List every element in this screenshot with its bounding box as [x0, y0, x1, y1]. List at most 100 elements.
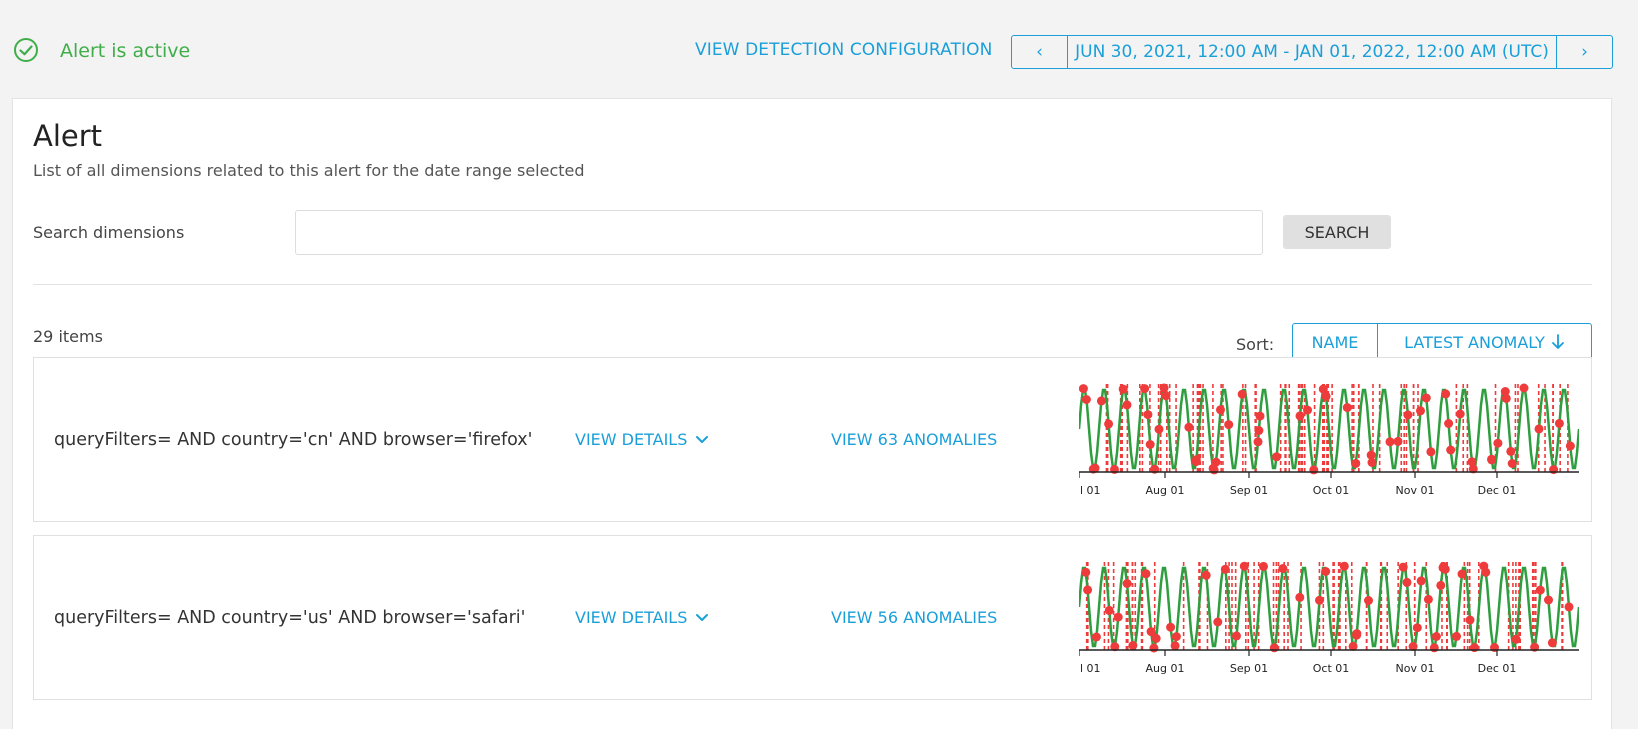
anomaly-point — [1255, 411, 1265, 421]
chevron-down-icon — [696, 613, 709, 621]
anomaly-point — [1511, 634, 1521, 644]
anomaly-point — [1220, 564, 1230, 574]
search-dimensions-input[interactable] — [295, 210, 1263, 255]
x-tick-label: Aug 01 — [1146, 484, 1185, 497]
anomaly-point — [1439, 561, 1449, 571]
anomaly-point — [1269, 643, 1279, 653]
anomaly-point — [1171, 632, 1181, 642]
sort-latest-label: LATEST ANOMALY — [1404, 332, 1545, 352]
anomaly-point — [1452, 631, 1461, 641]
anomaly-point — [1213, 617, 1223, 627]
anomaly-point — [1457, 569, 1467, 579]
x-tick-label: Oct 01 — [1313, 484, 1350, 497]
anomaly-point — [1416, 406, 1425, 416]
anomaly-point — [1141, 569, 1151, 579]
anomaly-point — [1303, 405, 1312, 415]
item-count: 29 items — [33, 327, 103, 346]
anomaly-point — [1544, 595, 1553, 605]
x-tick-label: Nov 01 — [1396, 484, 1435, 497]
search-dimensions-label: Search dimensions — [33, 223, 185, 242]
anomaly-point — [1506, 446, 1516, 456]
x-tick-label: l 01 — [1080, 484, 1101, 497]
anomaly-point — [1309, 465, 1319, 475]
sort-by-latest-anomaly-button[interactable]: LATEST ANOMALY — [1378, 324, 1591, 360]
anomaly-point — [1444, 419, 1454, 428]
dimension-query: queryFilters= AND country='us' AND brows… — [54, 608, 526, 628]
alert-status-text: Alert is active — [60, 40, 191, 62]
dimension-row: queryFilters= AND country='cn' AND brows… — [33, 357, 1592, 522]
anomaly-point — [1232, 631, 1241, 641]
anomaly-point — [1224, 420, 1234, 430]
anomaly-point — [1315, 595, 1324, 605]
view-anomalies-link[interactable]: VIEW 63 ANOMALIES — [831, 430, 997, 449]
alert-card: Alert List of all dimensions related to … — [12, 98, 1612, 729]
anomaly-point — [1441, 389, 1451, 399]
anomaly-point — [1159, 383, 1169, 393]
check-circle-icon — [14, 38, 38, 62]
x-tick-label: Sep 01 — [1230, 484, 1268, 497]
sort-by-name-button[interactable]: NAME — [1293, 324, 1378, 360]
anomaly-point — [1429, 643, 1439, 653]
anomaly-point — [1081, 567, 1091, 577]
anomaly-point — [1467, 457, 1477, 467]
view-details-button[interactable]: VIEW DETAILS — [575, 430, 709, 449]
anomaly-point — [1352, 629, 1362, 639]
anomaly-point — [1149, 643, 1159, 653]
anomaly-point — [1493, 438, 1503, 448]
anomaly-point — [1426, 447, 1436, 457]
anomaly-point — [1534, 424, 1544, 434]
anomaly-point — [1393, 436, 1403, 446]
view-details-label: VIEW DETAILS — [575, 430, 688, 449]
previous-range-button[interactable]: ‹ — [1012, 36, 1067, 68]
anomaly-point — [1554, 418, 1564, 428]
anomaly-point — [1465, 615, 1475, 625]
view-anomalies-link[interactable]: VIEW 56 ANOMALIES — [831, 608, 997, 627]
anomaly-sparkline-chart: l 01 Aug 01 Sep 01 Oct 01 Nov 01 Dec 01 — [1079, 383, 1579, 497]
anomaly-point — [1272, 452, 1282, 462]
anomaly-point — [1431, 632, 1441, 641]
anomaly-point — [1140, 384, 1150, 394]
date-range-label[interactable]: JUN 30, 2021, 12:00 AM - JAN 01, 2022, 1… — [1067, 36, 1557, 68]
anomaly-point — [1113, 612, 1123, 622]
anomaly-point — [1239, 561, 1249, 571]
anomaly-point — [1118, 384, 1128, 394]
anomaly-point — [1342, 403, 1352, 413]
anomaly-point — [1479, 561, 1489, 571]
anomaly-point — [1104, 605, 1114, 615]
anomaly-point — [1216, 405, 1225, 415]
alert-header: Alert is active VIEW DETECTION CONFIGURA… — [0, 0, 1638, 100]
view-details-label: VIEW DETAILS — [575, 608, 688, 627]
anomaly-point — [1403, 410, 1413, 420]
anomaly-point — [1402, 577, 1412, 587]
anomaly-point — [1364, 596, 1373, 605]
card-title: Alert — [33, 119, 103, 153]
x-tick-label: Dec 01 — [1478, 662, 1517, 675]
anomaly-point — [1161, 391, 1171, 401]
sort-label: Sort: — [1236, 335, 1275, 354]
date-range-picker: ‹ JUN 30, 2021, 12:00 AM - JAN 01, 2022,… — [1011, 35, 1613, 69]
anomaly-sparkline-chart: l 01 Aug 01 Sep 01 Oct 01 Nov 01 Dec 01 — [1079, 561, 1579, 675]
anomaly-point — [1151, 633, 1161, 643]
anomaly-point — [1446, 445, 1456, 455]
anomaly-point — [1351, 458, 1361, 468]
sort-button-group: NAME LATEST ANOMALY — [1292, 323, 1592, 361]
x-tick-label: Nov 01 — [1396, 662, 1435, 675]
next-range-button[interactable]: › — [1557, 36, 1612, 68]
x-tick-label: Dec 01 — [1478, 484, 1517, 497]
anomaly-point — [1201, 570, 1211, 580]
anomaly-point — [1278, 564, 1288, 573]
search-button[interactable]: SEARCH — [1283, 215, 1391, 249]
anomaly-point — [1081, 395, 1091, 404]
anomaly-point — [1385, 437, 1395, 447]
view-detection-configuration-link[interactable]: VIEW DETECTION CONFIGURATION — [695, 40, 992, 60]
anomaly-point — [1143, 410, 1153, 420]
anomaly-point — [1507, 459, 1517, 468]
anomaly-point — [1295, 592, 1305, 602]
anomaly-point — [1501, 393, 1511, 403]
anomaly-point — [1564, 602, 1574, 612]
view-details-button[interactable]: VIEW DETAILS — [575, 608, 709, 627]
anomaly-point — [1122, 579, 1132, 588]
anomaly-point — [1339, 561, 1349, 571]
anomaly-point — [1367, 458, 1377, 467]
anomaly-point — [1184, 422, 1194, 432]
